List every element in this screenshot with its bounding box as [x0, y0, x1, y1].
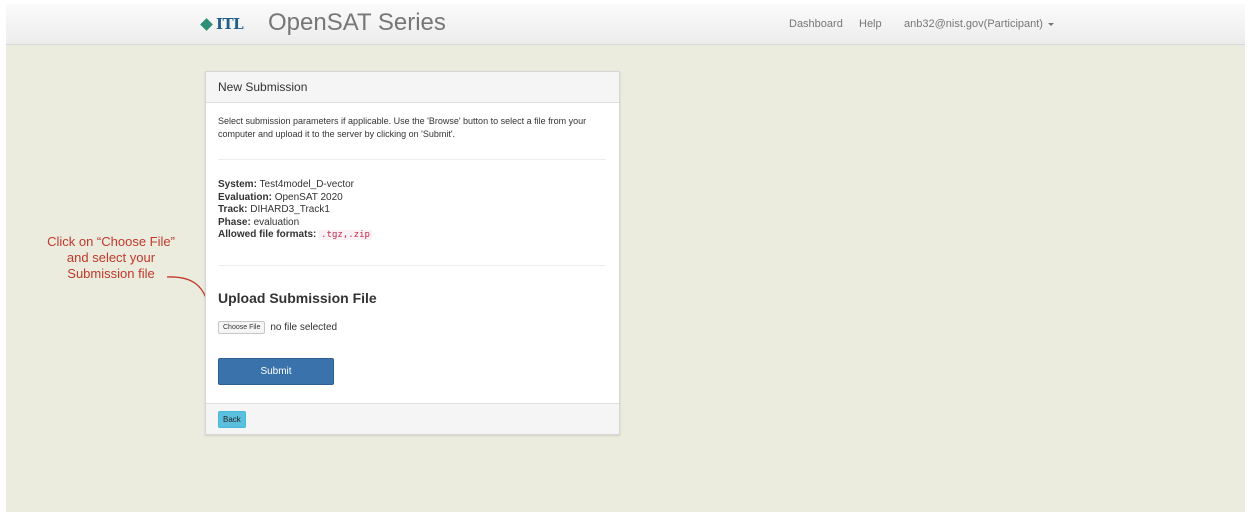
track-row: Track: DIHARD3_Track1 [218, 204, 330, 215]
instructions-text: Select submission parameters if applicab… [218, 116, 587, 139]
page-frame: ITL OpenSAT Series Dashboard Help anb32@… [6, 4, 1245, 512]
choose-file-button[interactable]: Choose File [218, 321, 266, 334]
diamond-icon [200, 17, 213, 31]
evaluation-row: Evaluation: OpenSAT 2020 [218, 191, 343, 203]
annotation-line-2: and select your [66, 250, 156, 265]
panel-heading: New Submission [206, 72, 619, 103]
divider [218, 265, 606, 266]
evaluation-value: OpenSAT 2020 [274, 191, 343, 203]
formats-row: Allowed file formats: .tgz,.zip [218, 229, 372, 240]
nav-help-link[interactable]: Help [859, 18, 882, 30]
system-row: System: Test4model_D-vector [218, 179, 354, 190]
track-value: DIHARD3_Track1 [250, 204, 330, 215]
file-input: Choose File no file selected [218, 321, 337, 334]
user-menu[interactable]: anb32@nist.gov(Participant) [904, 18, 1054, 30]
annotation-line-1: Click on “Choose File” [47, 234, 175, 249]
brand-title[interactable]: OpenSAT Series [268, 9, 446, 37]
navbar: ITL OpenSAT Series Dashboard Help anb32@… [6, 4, 1245, 45]
caret-down-icon [1047, 22, 1054, 26]
itl-logo[interactable]: ITL [200, 15, 244, 33]
divider [218, 159, 606, 160]
formats-value: .tgz,.zip [319, 230, 372, 240]
file-status: no file selected [270, 322, 338, 333]
phase-row: Phase: evaluation [218, 216, 300, 228]
new-submission-panel: New Submission Select submission paramet… [205, 71, 620, 435]
submission-info: System: Test4model_D-vector Evaluation: … [218, 179, 372, 242]
panel-footer: Back [206, 403, 619, 434]
user-menu-label: anb32@nist.gov(Participant) [904, 18, 1043, 30]
back-button[interactable]: Back [218, 411, 246, 428]
system-value: Test4model_D-vector [259, 179, 354, 190]
logo-text: ITL [216, 15, 244, 33]
submit-button[interactable]: Submit [218, 358, 334, 385]
nav-dashboard-link[interactable]: Dashboard [789, 18, 843, 30]
phase-value: evaluation [253, 216, 300, 228]
upload-title: Upload Submission File [218, 290, 377, 306]
